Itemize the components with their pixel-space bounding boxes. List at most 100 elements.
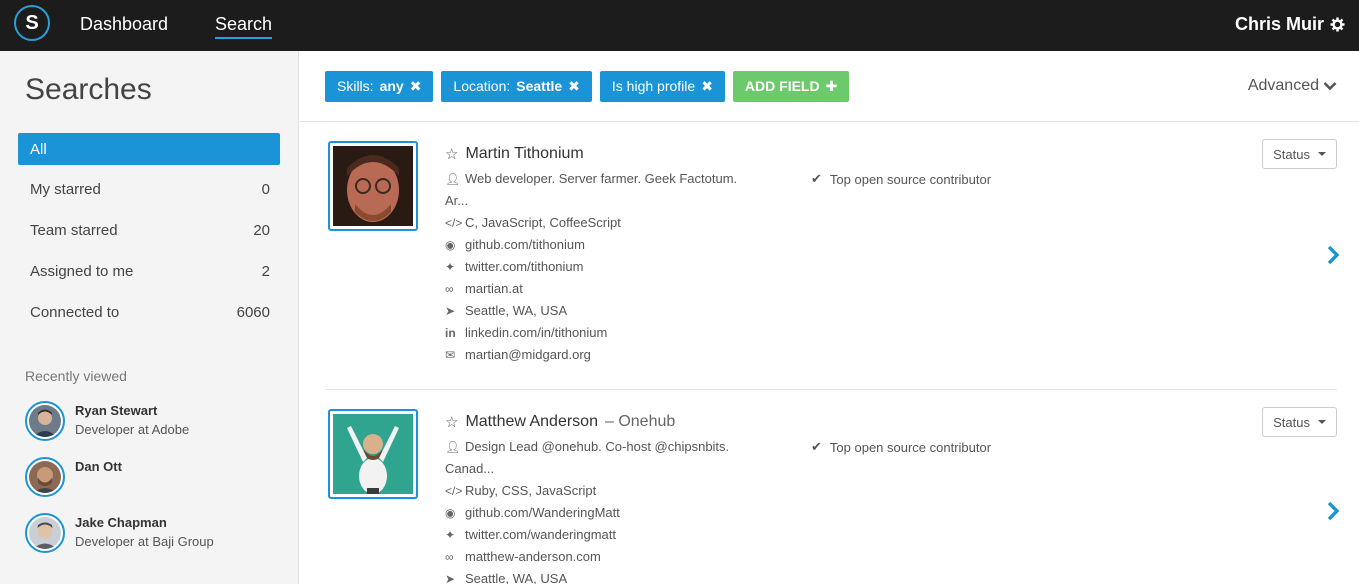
- profile-twitter-link[interactable]: twitter.com/wanderingmatt: [465, 524, 616, 546]
- user-name: Chris Muir: [1234, 14, 1324, 34]
- profile-photo[interactable]: [328, 141, 418, 231]
- filter-chip-label: Skills:: [337, 78, 374, 94]
- status-label: Status: [1273, 146, 1310, 162]
- twitter-icon: ✦: [445, 528, 456, 542]
- sidebar-item-count: 0: [261, 181, 270, 198]
- link-icon: ∞: [445, 282, 454, 296]
- profile-github-link[interactable]: github.com/tithonium: [465, 234, 585, 256]
- nav-search-link[interactable]: Search: [215, 12, 273, 39]
- profile-highlight: ✔ Top open source contributor: [811, 171, 991, 187]
- sidebar-item-assigned-to-me[interactable]: Assigned to me 2: [18, 251, 280, 292]
- avatar: [25, 513, 65, 553]
- sidebar-item-my-starred[interactable]: My starred 0: [18, 169, 280, 210]
- status-dropdown[interactable]: Status: [1262, 407, 1337, 437]
- profile-company: – Onehub: [604, 413, 676, 430]
- chevron-right-icon[interactable]: [1323, 243, 1343, 267]
- profile-skills: Ruby, CSS, JavaScript: [465, 483, 597, 498]
- nav-dashboard-link[interactable]: Dashboard: [80, 12, 168, 36]
- profile-bio-continued: Ar...: [445, 193, 469, 208]
- recent-person-name: Dan Ott: [75, 459, 122, 474]
- recent-person-name: Ryan Stewart: [75, 403, 158, 418]
- profile-highlight: ✔ Top open source contributor: [811, 439, 991, 455]
- star-icon[interactable]: ☆: [445, 413, 458, 431]
- profile-github-link[interactable]: github.com/WanderingMatt: [465, 502, 620, 524]
- sidebar-item-all[interactable]: All: [18, 133, 280, 165]
- saved-searches-list: All My starred 0 Team starred 20 Assigne…: [18, 133, 280, 333]
- highlight-label: Top open source contributor: [829, 439, 992, 455]
- recent-person[interactable]: Ryan Stewart Developer at Adobe: [25, 401, 285, 457]
- recently-viewed-list: Ryan Stewart Developer at Adobe Dan Ott …: [25, 401, 285, 569]
- filter-chip-high-profile[interactable]: Is high profile ✖: [599, 71, 725, 102]
- sidebar-item-label: All: [30, 140, 47, 158]
- advanced-toggle[interactable]: Advanced: [1248, 77, 1337, 95]
- avatar: [25, 401, 65, 441]
- code-icon: </>: [445, 216, 463, 230]
- profile-name[interactable]: Matthew Anderson: [465, 413, 598, 431]
- person-icon: 👤︎: [445, 172, 461, 186]
- recent-person-name: Jake Chapman: [75, 515, 167, 530]
- recent-person[interactable]: Dan Ott: [25, 457, 285, 513]
- github-icon: ◉: [445, 238, 456, 252]
- status-dropdown[interactable]: Status: [1262, 139, 1337, 169]
- filter-chip-value: any: [379, 78, 404, 94]
- caret-down-icon: [1318, 152, 1326, 156]
- plus-icon: ✚: [825, 78, 838, 94]
- profile-location: Seattle, WA, USA: [465, 571, 568, 584]
- user-menu[interactable]: Chris Muir: [1235, 12, 1345, 36]
- app-logo[interactable]: S: [14, 5, 50, 41]
- location-arrow-icon: ➤: [445, 572, 456, 584]
- recent-person[interactable]: Jake Chapman Developer at Baji Group: [25, 513, 285, 569]
- chevron-right-icon[interactable]: [1323, 499, 1343, 523]
- twitter-icon: ✦: [445, 260, 456, 274]
- add-field-label: ADD FIELD: [744, 78, 820, 94]
- profile-bio-continued: Canad...: [445, 461, 495, 476]
- profile-skills: C, JavaScript, CoffeeScript: [465, 215, 621, 230]
- profile-photo[interactable]: [328, 409, 418, 499]
- sidebar-title: Searches: [25, 73, 152, 106]
- filter-chip-skills[interactable]: Skills: any ✖: [325, 71, 434, 102]
- filter-chip-label: Location:: [453, 78, 511, 94]
- avatar: [25, 457, 65, 497]
- profile-website-link[interactable]: martian.at: [465, 278, 523, 300]
- filter-chip-location[interactable]: Location: Seattle ✖: [441, 71, 592, 102]
- filter-chip-value: Seattle: [516, 78, 563, 94]
- top-nav-bar: S Dashboard Search Chris Muir: [0, 0, 1359, 51]
- link-icon: ∞: [445, 550, 454, 564]
- profile-email[interactable]: martian@midgard.org: [465, 344, 591, 366]
- recent-person-role: Developer at Baji Group: [75, 534, 214, 549]
- add-field-button[interactable]: ADD FIELD ✚: [732, 71, 850, 102]
- filter-chip-label: Is high profile: [611, 78, 696, 94]
- recent-person-role: Developer at Adobe: [75, 422, 190, 437]
- sidebar-item-connected-to[interactable]: Connected to 6060: [18, 292, 280, 333]
- sidebar-item-label: Assigned to me: [30, 263, 134, 280]
- remove-icon[interactable]: ✖: [701, 71, 713, 102]
- highlight-label: Top open source contributor: [829, 171, 992, 187]
- remove-icon[interactable]: ✖: [410, 71, 422, 102]
- profile-bio: Design Lead @onehub. Co-host @chipsnbits…: [465, 439, 730, 454]
- sidebar-item-count: 20: [253, 222, 270, 239]
- divider: [300, 121, 1359, 122]
- gear-icon[interactable]: [1330, 16, 1345, 32]
- profile-linkedin-link[interactable]: linkedin.com/in/tithonium: [465, 322, 607, 344]
- recently-viewed-heading: Recently viewed: [25, 368, 127, 384]
- check-icon: ✔: [811, 439, 822, 454]
- divider: [325, 389, 1337, 390]
- profile-website-link[interactable]: matthew-anderson.com: [465, 546, 601, 568]
- check-icon: ✔: [811, 171, 822, 186]
- profile-info: ☆ Martin Tithonium 👤︎ Web developer. Serv…: [445, 140, 805, 366]
- remove-icon[interactable]: ✖: [568, 71, 580, 102]
- sidebar-item-label: Team starred: [30, 222, 118, 239]
- code-icon: </>: [445, 484, 463, 498]
- caret-down-icon: [1318, 420, 1326, 424]
- filter-bar: Skills: any ✖ Location: Seattle ✖ Is hig…: [325, 71, 850, 102]
- star-icon[interactable]: ☆: [445, 145, 458, 163]
- profile-bio: Web developer. Server farmer. Geek Facto…: [465, 171, 738, 186]
- profile-location: Seattle, WA, USA: [465, 303, 568, 318]
- sidebar-item-label: Connected to: [30, 304, 120, 321]
- sidebar-item-team-starred[interactable]: Team starred 20: [18, 210, 280, 251]
- github-icon: ◉: [445, 506, 456, 520]
- status-label: Status: [1273, 414, 1310, 430]
- profile-name[interactable]: Martin Tithonium: [465, 145, 583, 163]
- person-icon: 👤︎: [445, 440, 461, 454]
- profile-twitter-link[interactable]: twitter.com/tithonium: [465, 256, 584, 278]
